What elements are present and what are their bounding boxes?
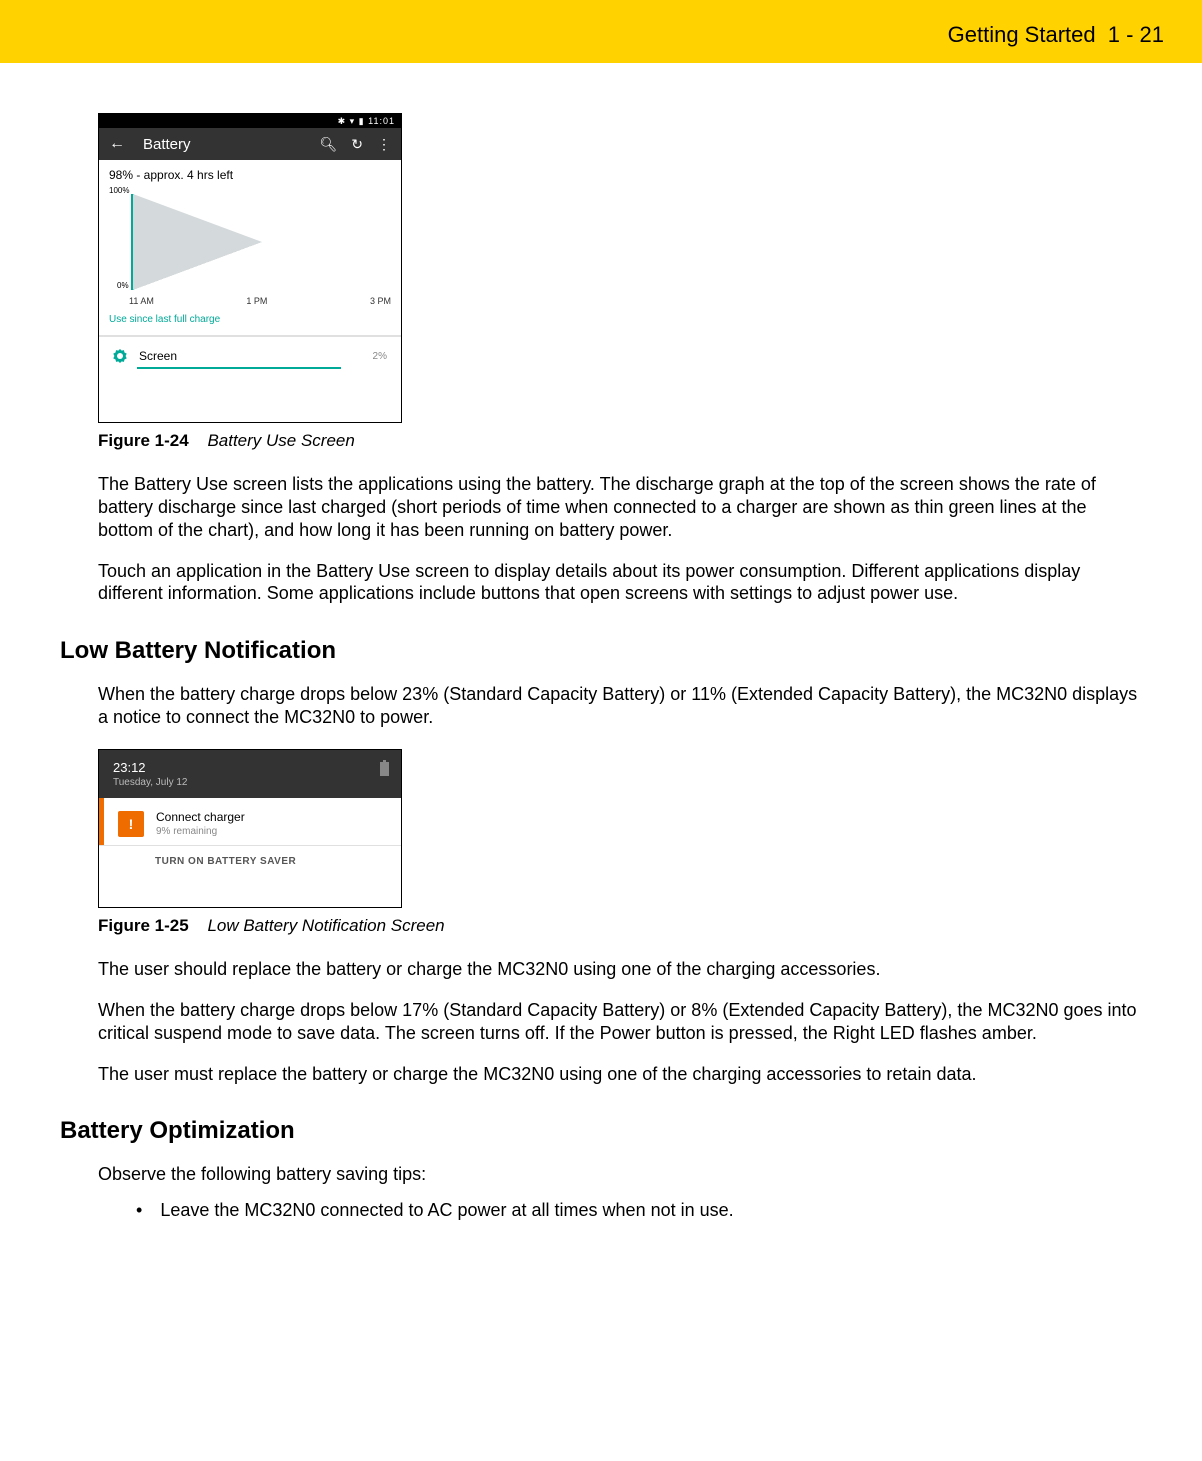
body-paragraph: Observe the following battery saving tip… [98, 1163, 1142, 1186]
figure-title: Battery Use Screen [207, 431, 354, 450]
body-paragraph: The user should replace the battery or c… [98, 958, 1142, 981]
battery-app-row[interactable]: Screen 2% [99, 337, 401, 373]
x-tick: 1 PM [246, 296, 267, 306]
battery-summary: 98% - approx. 4 hrs left [99, 160, 401, 186]
overflow-icon[interactable]: ⋮ [377, 136, 391, 153]
x-tick: 11 AM [129, 296, 154, 306]
status-time: 11:01 [368, 116, 395, 126]
body-paragraph: When the battery charge drops below 17% … [98, 999, 1142, 1045]
row-percent: 2% [373, 351, 387, 362]
screen-icon [113, 349, 127, 363]
y-axis-0: 0% [117, 281, 129, 290]
notification-action[interactable]: TURN ON BATTERY SAVER [99, 845, 401, 879]
status-bar: ✱ ▾ ▮ 11:01 [99, 114, 401, 128]
notification-subtitle: 9% remaining [156, 826, 387, 837]
row-label: Screen [139, 349, 373, 363]
figure-number: Figure 1-24 [98, 431, 189, 450]
body-paragraph: The user must replace the battery or cha… [98, 1063, 1142, 1086]
use-since-label: Use since last full charge [99, 308, 401, 331]
figure-caption: Figure 1-24 Battery Use Screen [98, 431, 1142, 451]
x-tick: 3 PM [370, 296, 391, 306]
back-icon[interactable]: ← [109, 135, 125, 153]
discharge-area [133, 194, 391, 290]
battery-icon [380, 762, 389, 776]
figure-title: Low Battery Notification Screen [207, 916, 444, 935]
app-bar: ← Battery 🔍︎ ↻ ⋮ [99, 128, 401, 160]
page-number: 1 - 21 [1108, 22, 1164, 47]
warning-icon: ! [118, 811, 144, 837]
notification-title: Connect charger [156, 810, 387, 824]
status-icons: ✱ ▾ ▮ [338, 116, 365, 126]
battery-use-screenshot: ✱ ▾ ▮ 11:01 ← Battery 🔍︎ ↻ ⋮ 98% - appro… [98, 113, 402, 423]
shade-date: Tuesday, July 12 [113, 777, 380, 788]
body-paragraph: Touch an application in the Battery Use … [98, 560, 1142, 606]
section-heading: Battery Optimization [60, 1117, 1142, 1145]
figure-caption: Figure 1-25 Low Battery Notification Scr… [98, 916, 1142, 936]
search-icon[interactable]: 🔍︎ [319, 136, 337, 153]
row-underline [137, 367, 341, 369]
low-battery-screenshot: 23:12 Tuesday, July 12 ! Connect charger… [98, 749, 402, 908]
page-header: Getting Started 1 - 21 [0, 0, 1202, 63]
section-title: Getting Started [948, 22, 1096, 47]
notification-shade-header: 23:12 Tuesday, July 12 [99, 750, 401, 798]
app-bar-title: Battery [143, 136, 305, 153]
bullet-icon: • [136, 1200, 142, 1221]
discharge-chart: 100% 0% 11 AM 1 PM 3 PM [109, 186, 391, 308]
list-item-text: Leave the MC32N0 connected to AC power a… [160, 1200, 733, 1221]
y-axis-100: 100% [109, 186, 129, 195]
body-paragraph: When the battery charge drops below 23% … [98, 683, 1142, 729]
x-axis: 11 AM 1 PM 3 PM [129, 296, 391, 306]
notification-card[interactable]: ! Connect charger 9% remaining TURN ON B… [99, 798, 401, 879]
figure-number: Figure 1-25 [98, 916, 189, 935]
body-paragraph: The Battery Use screen lists the applica… [98, 473, 1142, 542]
section-heading: Low Battery Notification [60, 637, 1142, 665]
list-item: • Leave the MC32N0 connected to AC power… [98, 1200, 1142, 1221]
shade-time: 23:12 [113, 760, 380, 775]
header-text: Getting Started 1 - 21 [948, 22, 1164, 48]
refresh-icon[interactable]: ↻ [351, 136, 363, 153]
